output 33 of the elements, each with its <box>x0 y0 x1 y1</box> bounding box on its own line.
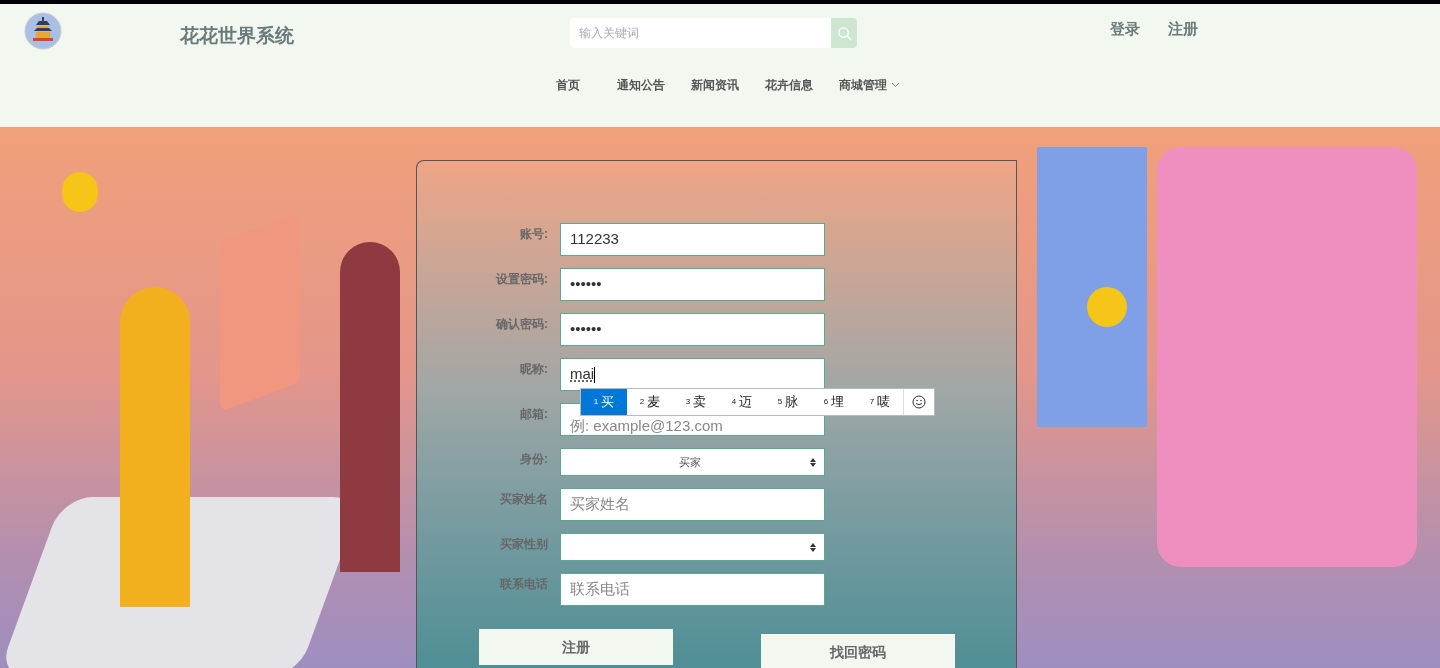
input-field[interactable]: 联系电话 <box>560 573 825 606</box>
input-field[interactable]: 买家姓名 <box>560 488 825 521</box>
auth-link[interactable]: 登录 <box>1110 18 1140 41</box>
temple-logo-icon <box>24 12 62 50</box>
smiley-icon[interactable] <box>912 395 926 409</box>
input-field[interactable]: 112233 <box>560 223 825 256</box>
field-label: 身份: <box>519 451 549 468</box>
select-field[interactable] <box>560 533 825 561</box>
nav-link[interactable]: 花卉信息 <box>765 76 839 94</box>
auth-link[interactable]: 注册 <box>1168 18 1198 41</box>
site-title: 花花世界系统 <box>180 24 294 48</box>
field-label: 买家性别 <box>499 536 549 553</box>
field-label: 昵称: <box>519 361 549 378</box>
up-down-arrows-icon <box>810 542 816 552</box>
select-field[interactable]: 买家 <box>560 448 825 476</box>
nav-link[interactable]: 首页 <box>556 76 617 94</box>
input-field[interactable]: •••••• <box>560 268 825 301</box>
search-field[interactable]: 输入关键词 <box>570 18 831 48</box>
field-label: 设置密码: <box>494 271 549 288</box>
candidate-item[interactable]: 7 唛 <box>857 389 903 415</box>
input-field[interactable]: •••••• <box>560 313 825 346</box>
field-label: 确认密码: <box>494 316 549 333</box>
up-down-arrows-icon <box>810 457 816 467</box>
field-label: 邮箱: <box>519 406 549 423</box>
register-button[interactable]: 注册 <box>479 629 673 665</box>
search-icon <box>836 25 852 41</box>
nav-link[interactable]: 商城管理 <box>839 76 913 94</box>
candidate-item[interactable]: 1 买 <box>581 389 627 415</box>
field-label: 账号: <box>519 226 549 243</box>
find-password-button[interactable]: 找回密码 <box>761 634 955 668</box>
nav-link[interactable]: 新闻资讯 <box>691 76 765 94</box>
field-label: 买家姓名 <box>499 491 549 508</box>
nav-link[interactable]: 通知公告 <box>617 76 691 94</box>
